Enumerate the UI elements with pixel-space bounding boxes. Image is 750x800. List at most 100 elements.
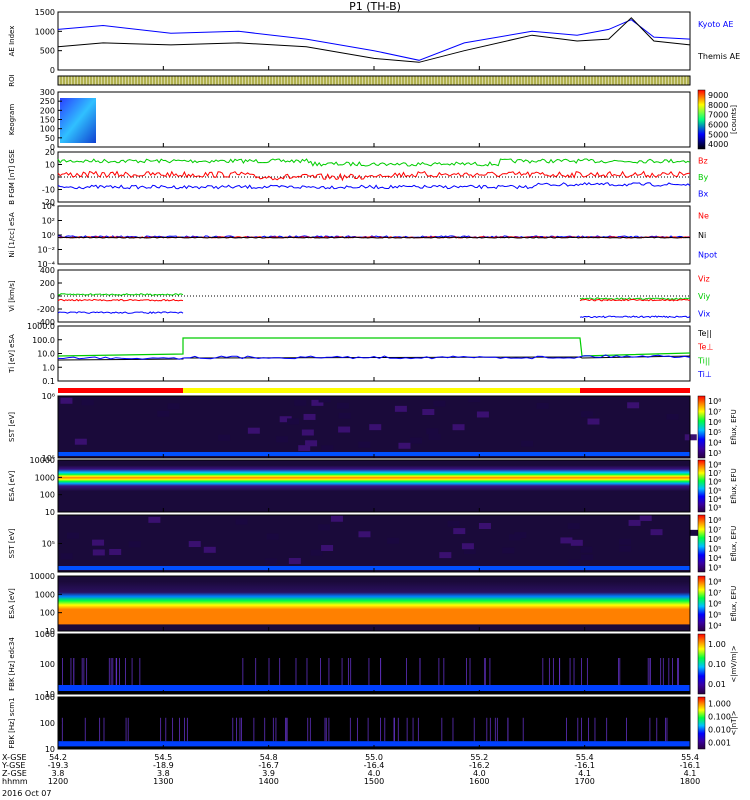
esa2-ytick-label: 10000 <box>30 572 55 581</box>
colorbar-label: Eflux, EFU <box>730 409 738 444</box>
sst1-cell <box>301 429 314 436</box>
vi-viy <box>57 293 184 296</box>
sst1-cell <box>452 424 465 431</box>
roi-ylabel: ROI <box>8 74 16 86</box>
esa1-ytick-label: 10000 <box>30 456 55 465</box>
sst1-cell <box>81 399 94 406</box>
ti-ytick-label: 100.0 <box>32 336 55 345</box>
sst2-cell <box>581 554 594 561</box>
colorbar-tick-label: 10⁶ <box>708 535 721 544</box>
bfgm-ytick-label: 20 <box>45 148 55 157</box>
colorbar-tick-label: 0.001 <box>708 739 731 748</box>
ti-ytick-label: 0.1 <box>42 377 55 386</box>
sst2-cell <box>310 549 323 556</box>
sst2-cell <box>567 523 580 530</box>
sst1-cell <box>426 428 439 435</box>
sst2-cell <box>148 516 161 523</box>
sst1-cell <box>276 436 289 443</box>
colorbar-tick-label: 10⁷ <box>708 589 721 598</box>
legend-label: Ni <box>698 231 706 240</box>
bfgm-bx <box>57 182 691 190</box>
colorbar-tick-label: 10³ <box>708 449 721 458</box>
ni-ytick-label: 10⁰ <box>42 231 55 240</box>
fbk2-ytick-label: 1000 <box>35 693 55 702</box>
sst2-cell <box>60 553 73 560</box>
legend-label: Vix <box>698 309 711 318</box>
sst1-cell <box>587 418 600 425</box>
sst1-cell <box>294 399 307 406</box>
sst2-cell <box>330 515 343 522</box>
vi-ylabel: Vi [km/s] <box>8 280 16 311</box>
sst2-cell <box>203 546 216 553</box>
colorbar-tick-label: 10⁶ <box>708 600 721 609</box>
colorbar-tick-label: 10⁵ <box>708 428 721 437</box>
esa1-ylabel: ESA [eV] <box>8 470 16 501</box>
legend-label: Ti|| <box>697 356 710 365</box>
sst2-cell <box>619 545 632 552</box>
sst2-cell <box>568 559 581 566</box>
ni-ytick-label: 10⁴ <box>42 202 55 211</box>
keogram-frame <box>57 91 691 148</box>
sst2-cell <box>453 528 466 535</box>
legend-label: Bx <box>698 190 708 199</box>
esa2-ytick-label: 100 <box>40 609 55 618</box>
ae-ytick-label: 500 <box>40 47 55 56</box>
legend-kyoto: Kyoto AE <box>698 20 733 29</box>
colorbar <box>697 459 706 513</box>
colorbar-tick-label: 10⁸ <box>708 578 721 587</box>
bfgm-bz <box>57 170 691 182</box>
sst2-cell <box>639 515 652 522</box>
colorbar-tick-label: 7000 <box>708 111 728 120</box>
sst2-cell <box>580 546 593 553</box>
colorbar <box>697 395 706 459</box>
legend-label: Viy <box>698 292 711 301</box>
ti-frame <box>57 325 691 382</box>
footer-row-label: hhmm <box>2 777 28 786</box>
ae-frame <box>57 11 691 71</box>
bfgm-ytick-label: 0 <box>50 173 55 182</box>
colorbar-label: Eflux, EFU <box>730 468 738 503</box>
sst2-cell <box>650 529 663 536</box>
sst2-cell <box>387 537 400 544</box>
legend-label: Ti⊥ <box>697 370 712 379</box>
legend-themis: Themis AE <box>697 52 740 61</box>
sst2-cell <box>560 537 573 544</box>
sst1-cell <box>218 434 231 441</box>
legend-label: Viz <box>698 275 710 284</box>
fbk1-ytick-label: 100 <box>40 660 55 669</box>
vi-vix <box>579 315 691 319</box>
sst1-cell <box>303 413 316 420</box>
colorbar <box>697 696 706 750</box>
sst1-cell <box>247 427 260 434</box>
sst2-cell <box>265 558 278 565</box>
ni-ni <box>57 236 690 239</box>
vi-viy <box>579 297 691 300</box>
sst2-cell <box>447 520 460 527</box>
bfgm-ylabel: B FGM [nT] GSE <box>8 149 16 204</box>
sst1-cell <box>428 433 441 440</box>
vi-vix <box>57 311 184 314</box>
sst1-cell <box>581 411 594 418</box>
colorbar <box>697 89 706 150</box>
sst1-cell <box>468 396 481 403</box>
colorbar-tick-label: 10⁶ <box>708 478 721 487</box>
mode-bar-burst <box>580 388 690 393</box>
colorbar-tick-label: 8000 <box>708 101 728 110</box>
footer-value: 1200 <box>48 777 68 786</box>
keogram-ytick-label: 300 <box>40 88 55 97</box>
sst1-cell <box>338 412 351 419</box>
colorbar-tick-label: 6000 <box>708 120 728 129</box>
sst2-cell <box>92 539 105 546</box>
bfgm-ytick-label: -10 <box>42 186 55 195</box>
sst2-ytick-label: 10⁵ <box>42 540 55 549</box>
sst1-cell <box>422 409 435 416</box>
colorbar-label: <|mV/m|> <box>730 645 738 682</box>
keogram-image <box>60 98 96 143</box>
legend-label: Te|| <box>697 329 712 338</box>
vi-viz <box>57 298 184 302</box>
colorbar <box>697 575 706 632</box>
colorbar-tick-label: 4000 <box>708 140 728 149</box>
ae-series-1 <box>57 17 691 63</box>
colorbar-tick-label: 10⁵ <box>708 544 721 553</box>
sst1-cell <box>476 411 489 418</box>
